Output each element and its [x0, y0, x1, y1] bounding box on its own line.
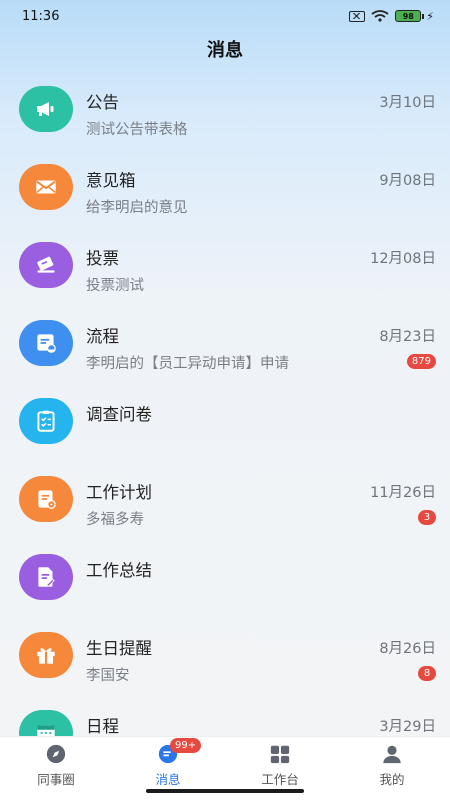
- checklist-icon: [19, 398, 73, 444]
- unread-badge: 99+: [170, 738, 202, 753]
- tab-profile[interactable]: 我的: [336, 737, 448, 793]
- unread-badge: 879: [406, 354, 436, 369]
- home-indicator[interactable]: [146, 789, 304, 793]
- message-date: 8月26日: [379, 641, 436, 657]
- message-title: 日程: [86, 717, 119, 736]
- message-item-announcement[interactable]: 公告 3月10日 测试公告带表格: [0, 72, 450, 150]
- person-icon: [381, 743, 403, 765]
- message-item-work-plan[interactable]: 工作计划 11月26日 多福多寿 3: [0, 462, 450, 540]
- message-date: 11月26日: [370, 485, 436, 501]
- battery-level: 98: [395, 10, 422, 22]
- tab-messages[interactable]: 99+ 消息: [112, 737, 224, 793]
- message-title: 公告: [86, 93, 119, 112]
- process-doc-icon: [19, 320, 73, 366]
- message-date: 9月08日: [379, 173, 436, 189]
- charging-icon: ⚡: [426, 9, 434, 23]
- unread-badge: 3: [418, 510, 436, 525]
- page-title: 消息: [207, 40, 243, 61]
- message-title: 投票: [86, 249, 119, 268]
- message-date: 3月29日: [379, 719, 436, 735]
- message-item-schedule[interactable]: 日程 3月29日: [0, 696, 450, 736]
- message-item-work-summary[interactable]: 工作总结: [0, 540, 450, 618]
- tab-label: 消息: [155, 772, 181, 787]
- no-sim-icon: [349, 10, 366, 22]
- message-list: 公告 3月10日 测试公告带表格 意见箱 9月08日 给李明启的意见 投票 12…: [0, 72, 450, 736]
- status-icons: 98 ⚡: [349, 10, 434, 23]
- message-preview: 给李明启的意见: [86, 200, 188, 216]
- ballot-icon: [19, 242, 73, 288]
- message-date: 8月23日: [379, 329, 436, 345]
- message-title: 工作计划: [86, 483, 152, 502]
- message-preview: 多福多寿: [86, 512, 144, 528]
- message-item-survey[interactable]: 调查问卷: [0, 384, 450, 462]
- message-title: 调查问卷: [86, 405, 152, 424]
- tab-workbench[interactable]: 工作台: [224, 737, 336, 793]
- calendar-icon: [19, 710, 73, 736]
- unread-badge: 8: [418, 666, 436, 681]
- status-time: 11:36: [22, 8, 60, 24]
- envelope-icon: [19, 164, 73, 210]
- message-item-workflow[interactable]: 流程 8月23日 李明启的【员工异动申请】申请 879: [0, 306, 450, 384]
- message-title: 流程: [86, 327, 119, 346]
- grid-icon: [269, 743, 291, 765]
- message-preview: 李国安: [86, 668, 130, 684]
- compass-icon: [45, 743, 67, 765]
- message-date: 12月08日: [370, 251, 436, 267]
- gift-icon: [19, 632, 73, 678]
- message-preview: 李明启的【员工异动申请】申请: [86, 356, 289, 372]
- message-title: 意见箱: [86, 171, 136, 190]
- message-title: 工作总结: [86, 561, 152, 580]
- edit-doc-icon: [19, 554, 73, 600]
- plan-doc-icon: [19, 476, 73, 522]
- tab-label: 工作台: [261, 772, 299, 787]
- message-item-birthday-reminder[interactable]: 生日提醒 8月26日 李国安 8: [0, 618, 450, 696]
- tab-label: 同事圈: [37, 772, 75, 787]
- message-title: 生日提醒: [86, 639, 152, 658]
- tab-colleague-circle[interactable]: 同事圈: [0, 737, 112, 793]
- message-item-vote[interactable]: 投票 12月08日 投票测试: [0, 228, 450, 306]
- battery-icon: 98 ⚡: [395, 10, 434, 23]
- message-preview: 测试公告带表格: [86, 122, 188, 138]
- message-preview: 投票测试: [86, 278, 144, 294]
- megaphone-icon: [19, 86, 73, 132]
- wifi-icon: [371, 10, 389, 22]
- tab-label: 我的: [379, 772, 405, 787]
- message-date: 3月10日: [379, 95, 436, 111]
- message-item-suggestion-box[interactable]: 意见箱 9月08日 给李明启的意见: [0, 150, 450, 228]
- status-bar: 11:36 98 ⚡: [0, 0, 450, 32]
